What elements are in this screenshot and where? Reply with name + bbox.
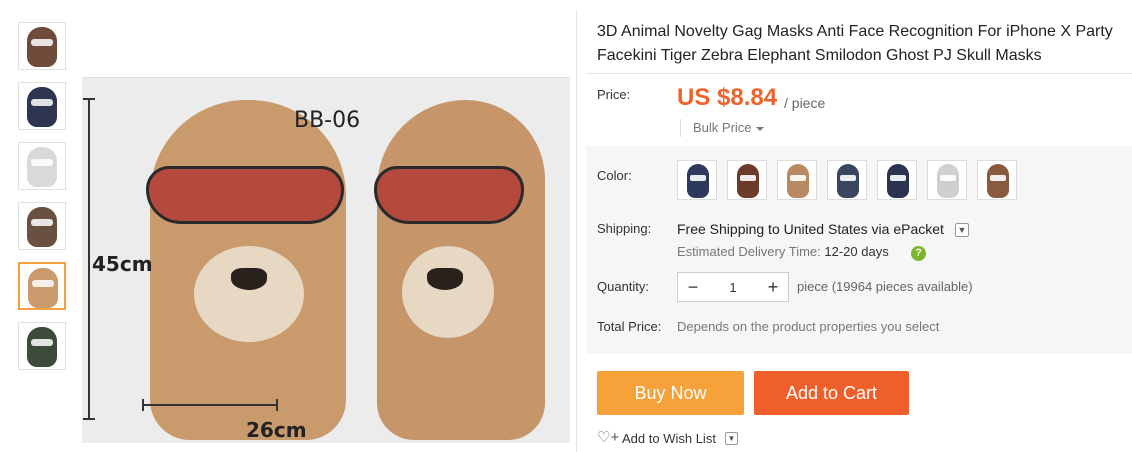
add-to-wish-list-link[interactable]: Add to Wish List bbox=[622, 431, 716, 446]
delivery-estimate: Estimated Delivery Time: 12-20 days bbox=[677, 244, 889, 259]
thumbnail-5[interactable] bbox=[18, 262, 66, 310]
bulk-price-dropdown[interactable]: Bulk Price bbox=[680, 119, 764, 137]
width-ruler bbox=[142, 399, 278, 411]
muzzle-front bbox=[194, 246, 304, 342]
chevron-down-icon[interactable]: ▼ bbox=[955, 223, 969, 237]
bulk-price-label: Bulk Price bbox=[693, 120, 752, 135]
image-width-label: 26cm bbox=[246, 418, 307, 442]
total-price-text: Depends on the product properties you se… bbox=[677, 319, 940, 334]
thumbnail-list bbox=[0, 0, 78, 452]
shipping-method[interactable]: Free Shipping to United States via ePack… bbox=[677, 221, 944, 237]
product-title: 3D Animal Novelty Gag Masks Anti Face Re… bbox=[597, 23, 1113, 64]
color-swatch-2[interactable] bbox=[727, 160, 767, 200]
product-page: BB-06 45cm 26cm 3D Animal Novelty Gag Ma… bbox=[0, 0, 1132, 452]
image-model-code: BB-06 bbox=[294, 108, 361, 133]
thumbnail-2[interactable] bbox=[18, 82, 66, 130]
thumbnail-1[interactable] bbox=[18, 22, 66, 70]
title-divider bbox=[586, 73, 1132, 74]
quantity-stepper: − + bbox=[677, 272, 789, 302]
eye-band-front bbox=[146, 166, 344, 224]
add-to-cart-button[interactable]: Add to Cart bbox=[754, 371, 909, 415]
main-product-image[interactable]: BB-06 45cm 26cm bbox=[82, 77, 570, 443]
color-swatch-1[interactable] bbox=[677, 160, 717, 200]
thumbnail-6[interactable] bbox=[18, 322, 66, 370]
shipping-label: Shipping: bbox=[597, 221, 652, 236]
quantity-availability: piece (19964 pieces available) bbox=[797, 279, 973, 294]
nose-side bbox=[427, 268, 463, 290]
question-icon[interactable]: ? bbox=[911, 246, 926, 261]
price-value: US $8.84 bbox=[677, 84, 778, 111]
color-swatch-5[interactable] bbox=[877, 160, 917, 200]
color-swatch-4[interactable] bbox=[827, 160, 867, 200]
heart-icon[interactable]: ♡+ bbox=[597, 430, 619, 446]
color-label: Color: bbox=[597, 168, 632, 183]
eye-band-side bbox=[374, 166, 524, 224]
column-divider bbox=[576, 10, 577, 452]
buy-now-button[interactable]: Buy Now bbox=[597, 371, 744, 415]
chevron-down-icon bbox=[755, 126, 764, 131]
chevron-down-icon[interactable]: ▼ bbox=[725, 432, 738, 445]
total-price-label: Total Price: bbox=[597, 319, 662, 334]
nose-front bbox=[231, 268, 267, 290]
plus-icon[interactable]: + bbox=[760, 273, 786, 301]
image-height-label: 45cm bbox=[92, 252, 153, 276]
quantity-input[interactable] bbox=[708, 276, 758, 298]
muzzle-side bbox=[402, 246, 494, 338]
delivery-days: 12-20 days bbox=[824, 244, 889, 259]
quantity-label: Quantity: bbox=[597, 279, 650, 294]
color-swatch-6[interactable] bbox=[927, 160, 967, 200]
delivery-prefix: Estimated Delivery Time: bbox=[677, 244, 821, 259]
color-swatch-3[interactable] bbox=[777, 160, 817, 200]
height-ruler bbox=[83, 98, 95, 420]
color-swatch-7[interactable] bbox=[977, 160, 1017, 200]
thumbnail-3[interactable] bbox=[18, 142, 66, 190]
price-label: Price: bbox=[597, 87, 631, 102]
price-unit: / piece bbox=[784, 95, 826, 111]
thumbnail-4[interactable] bbox=[18, 202, 66, 250]
minus-icon[interactable]: − bbox=[680, 273, 706, 301]
